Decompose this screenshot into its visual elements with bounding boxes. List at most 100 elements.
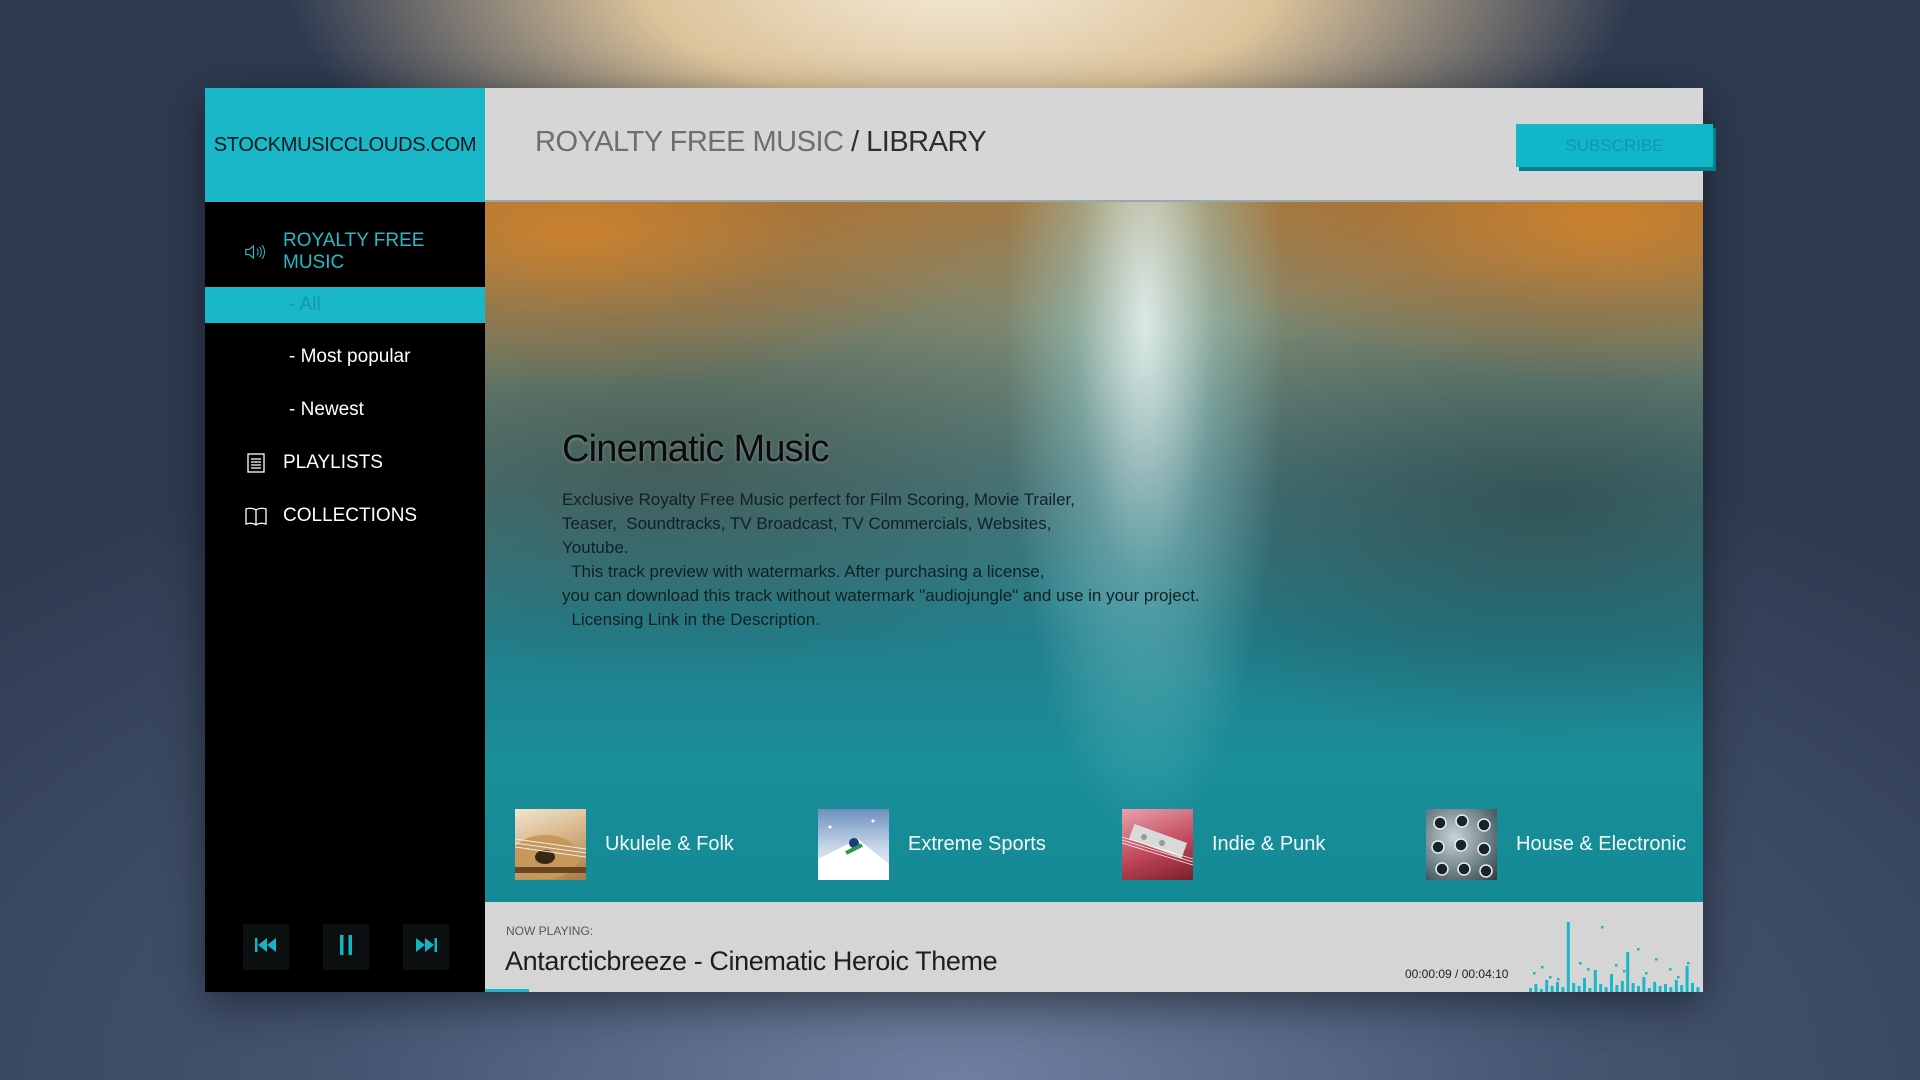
visualizer-bar [1631,983,1635,992]
genre-extreme-sports[interactable]: Extreme Sports [818,808,1046,880]
now-playing-bar: NOW PLAYING: Antarcticbreeze - Cinematic… [485,902,1703,992]
pause-icon [338,934,354,961]
visualizer-bar [1529,988,1532,992]
sidebar: ROYALTY FREE MUSIC - All - Most popular … [205,202,485,992]
sidebar-item-label: COLLECTIONS [283,505,418,526]
visualizer-bar [1637,986,1640,992]
header-bar: ROYALTY FREE MUSIC / LIBRARY SUBSCRIBE [485,88,1713,202]
visualizer-bar [1588,988,1592,992]
visualizer-dot [1687,962,1690,965]
visualizer-bar [1561,987,1565,992]
visualizer-bar [1550,986,1554,992]
sidebar-item-royalty-free-music[interactable]: ROYALTY FREE MUSIC [205,230,485,273]
sidebar-item-playlists[interactable]: PLAYLISTS [205,445,485,481]
visualizer-dot [1601,926,1604,929]
description-line: you can download this track without wate… [562,586,1200,605]
description-line: Exclusive Royalty Free Music perfect for… [562,490,1075,509]
visualizer-bar [1572,983,1576,992]
hero-banner: Cinematic Music Exclusive Royalty Free M… [485,202,1703,902]
genre-label: Indie & Punk [1212,832,1326,855]
previous-icon [254,937,278,958]
visualizer-dot [1637,948,1640,951]
sidebar-item-all[interactable]: - All [205,287,485,323]
visualizer-bar [1653,982,1657,992]
genre-ukulele-folk[interactable]: Ukulele & Folk [515,808,734,880]
visualizer-bar [1642,977,1646,992]
breadcrumb: ROYALTY FREE MUSIC / LIBRARY [535,126,987,159]
app-window: STOCKMUSICCLOUDS.COM ROYALTY FREE MUSIC … [205,88,1713,992]
visualizer-bar [1658,986,1662,992]
visualizer-bar [1583,978,1586,992]
breadcrumb-separator: / [851,126,859,158]
sidebar-item-newest[interactable]: - Newest [205,392,485,428]
genre-indie-punk[interactable]: Indie & Punk [1122,808,1325,880]
visualizer-bar [1674,980,1678,992]
visualizer-bar [1566,922,1570,992]
visualizer-dot [1669,968,1672,971]
genre-house-electronic[interactable]: House & Electronic [1426,808,1686,880]
visualizer-dot [1655,958,1658,961]
genre-list: Ukulele & Folk Extreme Sports Indie & Pu… [485,808,1703,884]
visualizer-dot [1615,964,1618,967]
pause-button[interactable] [323,924,369,970]
brand-logo[interactable]: STOCKMUSICCLOUDS.COM [205,88,485,202]
visualizer-bar [1696,987,1700,992]
visualizer-dot [1677,976,1680,979]
visualizer-dot [1587,968,1590,971]
guitar-thumbnail [1122,808,1193,880]
sidebar-item-label: - Newest [289,399,364,420]
visualizer-bar [1620,981,1624,992]
visualizer-bar [1534,984,1538,992]
book-icon [245,505,267,527]
visualizer-bar [1599,984,1603,992]
description-line: Youtube. [562,538,629,557]
sidebar-item-label: ROYALTY FREE MUSIC [283,230,425,273]
speaker-grill-thumbnail [1426,808,1497,880]
sidebar-item-label: - Most popular [289,346,411,367]
visualizer-bar [1610,974,1613,992]
visualizer-bar [1685,966,1689,992]
visualizer-dot [1557,978,1560,981]
previous-button[interactable] [243,924,289,970]
visualizer-dot [1579,962,1582,965]
visualizer-bar [1539,989,1543,992]
visualizer-dot [1623,970,1626,973]
visualizer-dot [1533,972,1536,975]
breadcrumb-section[interactable]: ROYALTY FREE MUSIC [535,126,844,158]
visualizer-bar [1593,970,1597,992]
description-line: This track preview with watermarks. Afte… [562,562,1045,581]
sidebar-item-collections[interactable]: COLLECTIONS [205,498,485,534]
visualizer-bar [1545,980,1549,992]
visualizer-bar [1680,985,1684,992]
sidebar-item-label: - All [289,294,321,315]
description-line: Teaser, Soundtracks, TV Broadcast, TV Co… [562,514,1052,533]
genre-label: Ukulele & Folk [605,832,734,855]
breadcrumb-current: LIBRARY [866,126,987,158]
player-controls [205,924,485,974]
brand-name: STOCKMUSICCLOUDS.COM [213,133,477,156]
visualizer-dot [1549,976,1552,979]
visualizer-bar [1556,982,1559,992]
visualizer-bar [1615,985,1619,992]
description-line: Licensing Link in the Description. [562,610,820,629]
next-icon [414,937,438,958]
visualizer-bar [1647,988,1651,992]
next-button[interactable] [403,924,449,970]
hero-description: Exclusive Royalty Free Music perfect for… [562,488,1322,632]
visualizer-dot [1645,972,1648,975]
now-playing-label: NOW PLAYING: [506,924,594,938]
progress-track[interactable] [485,989,1703,992]
visualizer-dot [1541,966,1544,969]
track-time: 00:00:09 / 00:04:10 [1405,967,1509,981]
sidebar-item-most-popular[interactable]: - Most popular [205,339,485,375]
speaker-icon [245,241,267,263]
visualizer-bar [1626,952,1630,992]
subscribe-button[interactable]: SUBSCRIBE [1516,124,1713,167]
genre-label: House & Electronic [1516,832,1687,855]
visualizer-bar [1604,987,1608,992]
now-playing-title: Antarcticbreeze - Cinematic Heroic Theme [505,946,998,976]
list-icon [245,452,267,474]
visualizer-bar [1669,987,1673,992]
visualizer-bar [1664,984,1667,992]
progress-fill [485,989,529,992]
